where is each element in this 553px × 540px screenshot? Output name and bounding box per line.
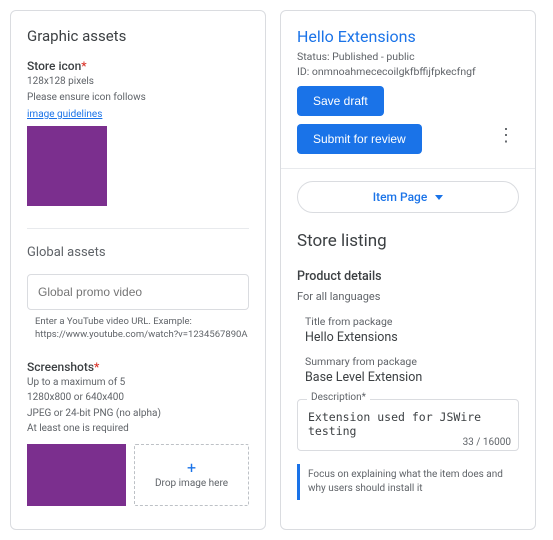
screenshots-hint-1: Up to a maximum of 5: [27, 376, 249, 390]
dropzone-label: Drop image here: [155, 478, 228, 489]
screenshots-row: + Drop image here: [27, 444, 249, 506]
promo-video-hint: Enter a YouTube video URL. Example: http…: [35, 316, 249, 342]
graphic-assets-panel: Graphic assets Store icon* 128x128 pixel…: [10, 10, 266, 530]
summary-from-package-label: Summary from package: [305, 355, 519, 368]
title-from-package-label: Title from package: [305, 315, 519, 328]
screenshot-dropzone[interactable]: + Drop image here: [134, 444, 249, 506]
screenshots-hint-4: At least one is required: [27, 422, 249, 436]
store-icon-note: Please ensure icon follows: [27, 91, 249, 105]
character-count: 33 / 16000: [463, 437, 511, 448]
promo-video-input[interactable]: [27, 274, 249, 310]
screenshots-hint-3: JPEG or 24-bit PNG (no alpha): [27, 407, 249, 421]
store-icon-preview[interactable]: [27, 126, 107, 206]
store-icon-section: Store icon* 128x128 pixels Please ensure…: [27, 59, 249, 206]
graphic-assets-heading: Graphic assets: [27, 27, 249, 45]
item-page-dropdown[interactable]: Item Page: [297, 181, 519, 213]
title-from-package-value: Hello Extensions: [305, 330, 519, 345]
required-asterisk: *: [81, 59, 86, 73]
store-listing-heading: Store listing: [297, 231, 519, 251]
extension-title-link[interactable]: Hello Extensions: [297, 27, 519, 46]
extension-id: ID: onmnoahmececoilgkfbffijfpkecfngf: [297, 65, 519, 78]
image-guidelines-link[interactable]: image guidelines: [27, 109, 102, 120]
screenshots-label: Screenshots*: [27, 360, 249, 374]
action-buttons-row-2: Submit for review ⋮: [297, 118, 519, 154]
divider: [281, 168, 535, 169]
chevron-down-icon: [435, 195, 443, 200]
screenshots-hint-2: 1280x800 or 640x400: [27, 391, 249, 405]
description-label: Description*: [307, 392, 370, 403]
description-field-wrap: Description* 33 / 16000: [297, 399, 519, 454]
store-icon-label: Store icon*: [27, 59, 249, 73]
divider: [27, 228, 249, 229]
required-asterisk: *: [94, 360, 99, 374]
for-all-languages-label: For all languages: [297, 290, 519, 305]
save-draft-button[interactable]: Save draft: [297, 86, 384, 116]
screenshots-section: Screenshots* Up to a maximum of 5 1280x8…: [27, 360, 249, 506]
store-icon-dims: 128x128 pixels: [27, 75, 249, 89]
screenshot-thumbnail[interactable]: [27, 444, 126, 506]
description-helper-text: Focus on explaining what the item does a…: [297, 464, 519, 500]
store-listing-panel: Hello Extensions Status: Published - pub…: [280, 10, 536, 530]
status-text: Status: Published - public: [297, 50, 519, 63]
action-buttons-row: Save draft: [297, 86, 519, 116]
item-page-label: Item Page: [373, 190, 428, 204]
submit-for-review-button[interactable]: Submit for review: [297, 124, 422, 154]
global-assets-heading: Global assets: [27, 245, 249, 260]
more-options-icon[interactable]: ⋮: [493, 123, 519, 149]
plus-icon: +: [187, 460, 196, 476]
product-details-heading: Product details: [297, 269, 519, 284]
summary-from-package-value: Base Level Extension: [305, 370, 519, 385]
